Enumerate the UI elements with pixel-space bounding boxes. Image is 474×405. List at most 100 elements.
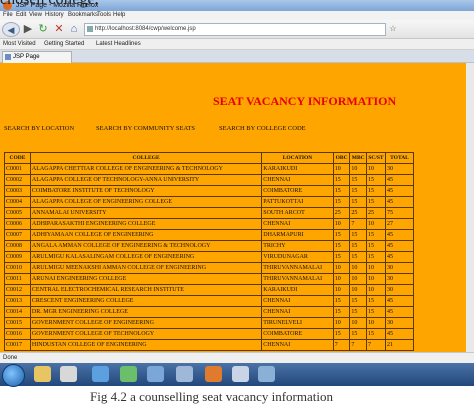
cell-total: 45 — [384, 251, 415, 263]
search-by-community-seats-link[interactable]: SEARCH BY COMMUNITY SEATS — [96, 125, 195, 132]
app-icon[interactable] — [147, 366, 164, 382]
cell-total: 30 — [384, 273, 415, 285]
cell-code: C0011 — [4, 273, 31, 285]
menu-help[interactable]: Help — [113, 11, 125, 20]
cell-location: TIRUNELVELI — [261, 317, 334, 329]
cell-mbc: 15 — [349, 295, 367, 307]
menu-view[interactable]: View — [29, 11, 42, 20]
firefox-taskbar-icon[interactable] — [205, 366, 222, 382]
app-icon[interactable] — [120, 366, 137, 382]
app-icon[interactable] — [176, 366, 193, 382]
menu-tools[interactable]: Tools — [97, 11, 111, 20]
menu-history[interactable]: History — [45, 11, 64, 20]
cell-obc: 15 — [332, 306, 351, 318]
header-obc: OBC — [332, 152, 351, 164]
cell-mbc: 10 — [349, 284, 367, 296]
table-row: C0017 HINDUSTAN COLLEGE OF ENGINEERING CHE… — [4, 339, 415, 351]
cell-scst: 15 — [365, 251, 386, 263]
cell-obc: 10 — [332, 284, 351, 296]
cell-scst: 10 — [365, 284, 386, 296]
menu-edit[interactable]: Edit — [16, 11, 26, 20]
cell-college: ANNAMALAI UNIVERSITY — [29, 207, 263, 219]
cell-total: 45 — [384, 295, 415, 307]
bookmark-getting-started[interactable]: Getting Started — [44, 39, 84, 49]
cell-total: 45 — [384, 306, 415, 318]
cell-code: C0003 — [4, 185, 31, 197]
search-by-location-link[interactable]: SEARCH BY LOCATION — [4, 125, 74, 132]
table-row: C0007 ADHIYAMAAN COLLEGE OF ENGINEERING DH… — [4, 229, 415, 241]
explorer-icon[interactable] — [34, 366, 51, 382]
cell-code: C0017 — [4, 339, 31, 351]
cell-college: ARUNAI ENGINEERING COLLEGE — [29, 273, 263, 285]
cell-scst: 15 — [365, 174, 386, 186]
cell-college: ALAGAPPA COLLEGE OF ENGINEERING COLLEGE — [29, 196, 263, 208]
cell-obc: 15 — [332, 174, 351, 186]
cell-scst: 10 — [365, 163, 386, 175]
search-by-college-code-link[interactable]: SEARCH BY COLLEGE CODE — [219, 125, 306, 132]
start-button-icon[interactable] — [2, 364, 25, 387]
tab-jsp-page[interactable]: JSP Page — [2, 51, 72, 63]
address-bar[interactable]: http://localhost:8084/cwp/welcome.jsp — [84, 23, 386, 36]
table-row: C0001 ALAGAPPA CHETTIAR COLLEGE OF ENGINE… — [4, 163, 415, 175]
bookmark-star-icon[interactable]: ☆ — [388, 22, 398, 36]
cell-scst: 10 — [365, 262, 386, 274]
cell-college: ADHIPARASAKTHI ENGINEERING COLLEGE — [29, 218, 263, 230]
back-button[interactable]: ◀ — [2, 22, 20, 37]
cell-mbc: 15 — [349, 251, 367, 263]
menu-bookmarks[interactable]: Bookmarks — [68, 11, 98, 20]
cell-college: ALAGAPPA COLLEGE OF TECHNOLOGY-ANNA UNIV… — [29, 174, 263, 186]
media-player-icon[interactable] — [60, 366, 77, 382]
internet-explorer-icon[interactable] — [92, 366, 109, 382]
page-favicon-icon — [87, 26, 93, 32]
cell-obc: 15 — [332, 229, 351, 241]
cell-code: C0015 — [4, 317, 31, 329]
header-college: COLLEGE — [29, 152, 263, 164]
cell-code: C0012 — [4, 284, 31, 296]
bookmark-most-visited[interactable]: Most Visited — [3, 39, 36, 49]
cell-scst: 15 — [365, 295, 386, 307]
cell-college: GOVERNMENT COLLEGE OF TECHNOLOGY — [29, 328, 263, 340]
table-row: C0012 CENTRAL ELECTROCHEMICAL RESEARCH IN… — [4, 284, 415, 296]
forward-button[interactable]: ▶ — [22, 22, 34, 36]
cell-total: 45 — [384, 196, 415, 208]
cell-code: C0009 — [4, 251, 31, 263]
cell-total: 45 — [384, 174, 415, 186]
cell-total: 30 — [384, 317, 415, 329]
header-code: CODE — [4, 152, 31, 164]
cell-college: CENTRAL ELECTROCHEMICAL RESEARCH INSTITU… — [29, 284, 263, 296]
cell-code: C0010 — [4, 262, 31, 274]
cell-total: 45 — [384, 229, 415, 241]
app-icon[interactable] — [232, 366, 249, 382]
table-row: C0016 GOVERNMENT COLLEGE OF TECHNOLOGY COI… — [4, 328, 415, 340]
table-row: C0005 ANNAMALAI UNIVERSITY SOUTH ARCOT 25 25… — [4, 207, 415, 219]
cell-location: TRICHY — [261, 240, 334, 252]
cell-obc: 10 — [332, 317, 351, 329]
app-icon[interactable] — [258, 366, 275, 382]
cell-location: CHENNAI — [261, 339, 334, 351]
bookmark-latest-headlines[interactable]: Latest Headlines — [96, 39, 141, 49]
cell-obc: 10 — [332, 273, 351, 285]
cell-location: THIRUVANNAMALAI — [261, 273, 334, 285]
table-row: C0003 COIMBATORE INSTITUTE OF TECHNOLOGY C… — [4, 185, 415, 197]
cell-mbc: 15 — [349, 240, 367, 252]
vertical-scrollbar[interactable] — [466, 63, 474, 352]
table-row: C0011 ARUNAI ENGINEERING COLLEGE THIRUVANN… — [4, 273, 415, 285]
caption-top: chosen college. — [0, 0, 99, 9]
cell-code: C0002 — [4, 174, 31, 186]
cell-code: C0006 — [4, 218, 31, 230]
cell-location: CHENNAI — [261, 218, 334, 230]
reload-button[interactable]: ↻ — [37, 22, 49, 36]
table-row: C0010 ARULMIGU MEENAKSHI AMMAN COLLEGE OF… — [4, 262, 415, 274]
cell-mbc: 15 — [349, 174, 367, 186]
cell-location: VIRUDUNAGAR — [261, 251, 334, 263]
cell-location: PATTUKOTTAI — [261, 196, 334, 208]
browser-screenshot: JSP Page - Mozilla Firefox File Edit Vie… — [0, 0, 474, 387]
menu-file[interactable]: File — [3, 11, 13, 20]
cell-college: ALAGAPPA CHETTIAR COLLEGE OF ENGINEERING… — [29, 163, 263, 175]
stop-button[interactable]: ✕ — [53, 22, 65, 36]
cell-mbc: 15 — [349, 229, 367, 241]
home-button[interactable]: ⌂ — [68, 22, 80, 36]
table-row: C0006 ADHIPARASAKTHI ENGINEERING COLLEGE C… — [4, 218, 415, 230]
cell-obc: 15 — [332, 196, 351, 208]
cell-location: CHENNAI — [261, 174, 334, 186]
